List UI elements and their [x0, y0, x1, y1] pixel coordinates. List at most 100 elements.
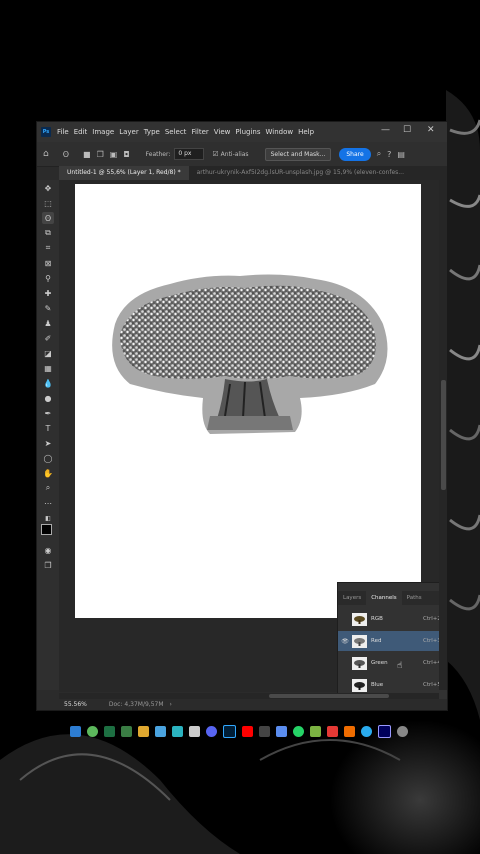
help-icon[interactable]: ? — [387, 150, 391, 159]
channel-row-blue[interactable]: Blue Ctrl+5 — [338, 675, 447, 695]
excel-icon-2[interactable] — [121, 725, 132, 737]
status-arrow-icon[interactable]: › — [170, 701, 172, 708]
channel-row-red[interactable]: 👁 Red Ctrl+3 — [338, 631, 447, 651]
document-canvas[interactable] — [75, 184, 421, 618]
default-colors-icon[interactable]: ◧ — [42, 512, 54, 524]
healing-brush-icon[interactable]: ✚ — [42, 287, 54, 299]
text-icon[interactable]: T — [42, 422, 54, 434]
feather-input[interactable]: 0 px — [174, 148, 205, 160]
lasso-icon[interactable]: ʘ — [63, 150, 69, 159]
notes-icon[interactable] — [189, 725, 200, 737]
more-tools-icon[interactable]: ⋯ — [42, 497, 54, 509]
zoom-level[interactable]: 55.56% — [64, 701, 87, 708]
new-selection-icon[interactable]: ■ — [83, 150, 91, 159]
subtract-selection-icon[interactable]: ▣ — [110, 150, 118, 159]
home-icon[interactable]: ⌂ — [43, 149, 49, 159]
zoom-icon[interactable]: ⌕ — [42, 482, 54, 494]
ellipse-icon[interactable]: ◯ — [42, 452, 54, 464]
photoshop-window: Ps File Edit Image Layer Type Select Fil… — [36, 121, 448, 711]
menu-file[interactable]: File — [57, 128, 69, 136]
maximize-button[interactable]: ☐ — [403, 125, 411, 135]
history-brush-icon[interactable]: ✐ — [42, 332, 54, 344]
menu-image[interactable]: Image — [92, 128, 114, 136]
app-icon-3[interactable] — [310, 725, 321, 737]
antialias-checkbox[interactable]: ☑ — [212, 150, 218, 158]
eyedropper-icon[interactable]: ⚲ — [42, 272, 54, 284]
workspace-icon[interactable]: ▤ — [397, 150, 405, 159]
hand-icon[interactable]: ✋ — [42, 467, 54, 479]
channel-thumbnail — [352, 634, 367, 648]
add-selection-icon[interactable]: ❐ — [97, 150, 104, 159]
select-and-mask-button[interactable]: Select and Mask... — [264, 147, 332, 161]
eye-icon[interactable]: 👁 — [340, 638, 350, 645]
chat-icon[interactable] — [87, 725, 98, 737]
channel-thumbnail — [352, 612, 367, 626]
horizontal-scroll-thumb[interactable] — [269, 694, 389, 698]
clone-stamp-icon[interactable]: ♟ — [42, 317, 54, 329]
channel-name: Red — [371, 638, 382, 644]
taskbar — [70, 722, 420, 740]
whatsapp-icon[interactable] — [293, 725, 304, 737]
channel-row-rgb[interactable]: RGB Ctrl+2 — [338, 609, 447, 629]
app-icon-2[interactable] — [276, 725, 287, 737]
excel-icon[interactable] — [104, 725, 115, 737]
menu-edit[interactable]: Edit — [74, 128, 88, 136]
foreground-color-swatch[interactable] — [41, 524, 52, 535]
screen-mode-icon[interactable]: ❐ — [42, 559, 54, 571]
eraser-icon[interactable]: ◪ — [42, 347, 54, 359]
menu-view[interactable]: View — [214, 128, 231, 136]
quick-mask-icon[interactable]: ◉ — [42, 544, 54, 556]
photoshop-app-icon: Ps — [41, 127, 51, 137]
app-icon[interactable] — [259, 725, 270, 737]
pen-icon[interactable]: ✒ — [42, 407, 54, 419]
object-select-icon[interactable]: ⧉ — [42, 227, 54, 239]
store-icon[interactable] — [172, 725, 183, 737]
intersect-selection-icon[interactable]: ◘ — [123, 150, 129, 159]
crop-icon[interactable]: ⌗ — [42, 242, 54, 254]
tab-arthur-ukrynik[interactable]: arthur-ukrynik-Axf5I2dg.lsUR-unsplash.jp… — [189, 166, 412, 180]
blur-icon[interactable]: 💧 — [42, 377, 54, 389]
calendar-icon[interactable] — [155, 725, 166, 737]
close-button[interactable]: ✕ — [427, 125, 435, 135]
folder-icon[interactable] — [138, 725, 149, 737]
discord-icon[interactable] — [206, 725, 217, 737]
tree-image — [112, 274, 388, 434]
channel-row-green[interactable]: Green Ctrl+4 — [338, 653, 447, 673]
tab-paths[interactable]: Paths — [402, 591, 427, 605]
tab-untitled-1[interactable]: Untitled-1 @ 55,6% (Layer 1, Red/8) * — [59, 166, 189, 180]
feather-label: Feather: — [145, 150, 171, 158]
menu-help[interactable]: Help — [298, 128, 314, 136]
tab-layers[interactable]: Layers — [338, 591, 366, 605]
photoshop-taskbar-icon[interactable] — [223, 724, 236, 738]
marquee-icon[interactable]: ⬚ — [42, 197, 54, 209]
share-button[interactable]: Share — [339, 147, 371, 161]
app-icon-5[interactable] — [344, 725, 355, 737]
brush-icon[interactable]: ✎ — [42, 302, 54, 314]
vertical-scroll-thumb[interactable] — [441, 380, 446, 490]
search-icon[interactable]: ⌕ — [377, 149, 381, 159]
minimize-button[interactable]: — — [381, 125, 390, 135]
menu-select[interactable]: Select — [165, 128, 187, 136]
tab-channels[interactable]: Channels — [366, 591, 402, 605]
menu-window[interactable]: Window — [265, 128, 293, 136]
start-icon[interactable] — [70, 725, 81, 737]
channels-panel: « ✕ Layers Channels Paths ≡ RGB Ctrl+2 👁… — [337, 582, 447, 710]
app-icon-6[interactable] — [397, 725, 408, 737]
path-selection-icon[interactable]: ➤ — [42, 437, 54, 449]
move-icon[interactable]: ✥ — [42, 182, 54, 194]
frame-icon[interactable]: ⊠ — [42, 257, 54, 269]
dodge-icon[interactable]: ● — [42, 392, 54, 404]
mouse-cursor-icon: ☝ — [397, 661, 403, 671]
app-icon-4[interactable] — [327, 725, 338, 737]
acrobat-icon[interactable] — [242, 725, 253, 737]
menu-layer[interactable]: Layer — [119, 128, 139, 136]
lasso-icon[interactable]: ʘ — [42, 212, 54, 224]
vertical-scrollbar[interactable] — [439, 180, 447, 690]
premiere-icon[interactable] — [378, 724, 391, 738]
telegram-icon[interactable] — [361, 725, 372, 737]
menu-plugins[interactable]: Plugins — [235, 128, 260, 136]
gradient-icon[interactable]: ▦ — [42, 362, 54, 374]
menu-filter[interactable]: Filter — [191, 128, 208, 136]
channel-name: Blue — [371, 682, 384, 688]
menu-type[interactable]: Type — [144, 128, 160, 136]
